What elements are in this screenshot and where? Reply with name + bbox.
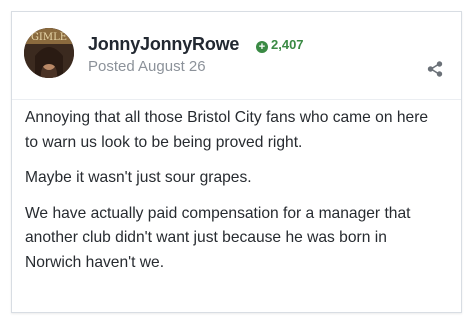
post-date[interactable]: Posted August 26 — [88, 58, 206, 75]
plus-circle-icon: + — [256, 41, 268, 53]
share-icon[interactable] — [426, 60, 444, 78]
forum-post: GIMLE JonnyJonnyRowe +2,407 Posted Augus… — [11, 11, 462, 313]
post-paragraph: Annoying that all those Bristol City fan… — [25, 109, 429, 151]
post-paragraph: Maybe it wasn't just sour grapes. — [25, 169, 252, 186]
author-name[interactable]: JonnyJonnyRowe — [88, 34, 239, 54]
reputation-count: 2,407 — [271, 37, 304, 52]
post-body: Annoying that all those Bristol City fan… — [25, 106, 450, 286]
avatar-logo-text: GIMLE — [31, 32, 67, 43]
author-line: JonnyJonnyRowe — [88, 34, 239, 55]
avatar[interactable]: GIMLE — [24, 28, 74, 78]
post-header: GIMLE JonnyJonnyRowe +2,407 Posted Augus… — [12, 12, 461, 100]
avatar-image: GIMLE — [24, 28, 74, 78]
reputation-badge[interactable]: +2,407 — [256, 37, 304, 53]
post-paragraph: We have actually paid compensation for a… — [25, 204, 411, 271]
